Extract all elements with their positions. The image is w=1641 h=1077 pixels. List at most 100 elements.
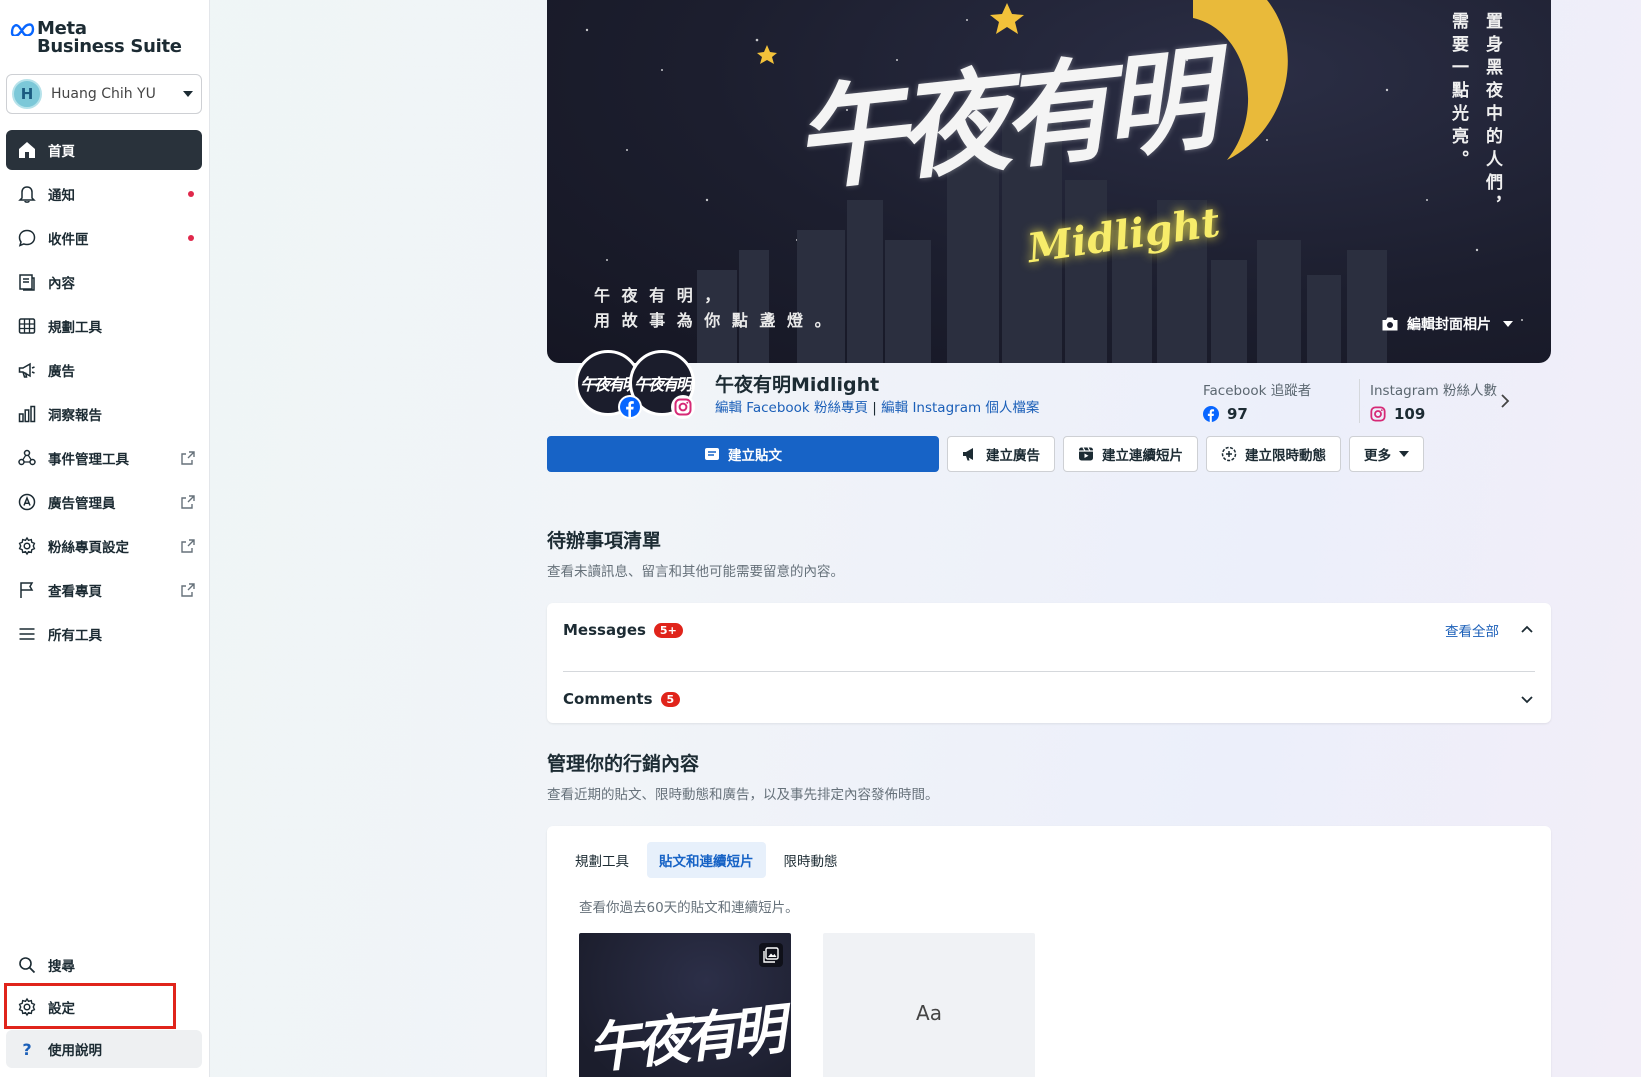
comments-label: Comments [563,690,653,708]
messages-row[interactable]: Messages 5+ 查看全部 [563,605,1535,655]
links-separator: | [868,400,882,416]
content-tabs: 規劃工具 貼文和連續短片 限時動態 [563,842,850,878]
cover-vertical-text: 置身黑夜中的人們，需要一點光亮。 [1448,12,1502,219]
nav-item-label: 通知 [48,188,75,204]
text-post-placeholder: Aa [916,1001,942,1025]
account-switcher[interactable]: H Huang Chih YU [6,74,202,114]
nav-item-label: 事件管理工具 [48,452,129,468]
instagram-followers-value: 109 [1394,405,1426,423]
nav-item-label: 收件匣 [48,232,89,248]
nav-item-help[interactable]: ? 使用說明 [6,1030,202,1068]
account-name: Huang Chih YU [51,86,156,102]
gear-icon [16,996,38,1018]
create-story-button[interactable]: 建立限時動態 [1206,436,1341,472]
nav-item-notifications[interactable]: 通知 [6,174,202,214]
events-manager-icon [16,447,38,469]
create-ad-label: 建立廣告 [986,448,1040,464]
tab-posts-and-reels[interactable]: 貼文和連續短片 [647,842,766,878]
nav-item-label: 搜尋 [48,959,75,975]
nav-item-label: 洞察報告 [48,408,102,424]
tab-stories[interactable]: 限時動態 [772,842,850,878]
page-name: 午夜有明Midlight [715,374,880,396]
nav-item-page-settings[interactable]: 粉絲專頁設定 [6,526,202,566]
nav-item-label: 廣告 [48,364,75,380]
create-reel-label: 建立連續短片 [1102,448,1183,464]
brand-line-2: Business Suite [37,36,182,57]
create-story-label: 建立限時動態 [1245,448,1326,464]
nav-item-planner[interactable]: 規劃工具 [6,306,202,346]
marketing-section-title: 管理你的行銷內容 [547,753,700,775]
chevron-up-icon[interactable] [1519,622,1535,638]
profile-pictures[interactable]: 午夜有明 午夜有明 [575,350,705,422]
nav-item-label: 使用說明 [48,1043,102,1059]
nav-item-content[interactable]: 內容 [6,262,202,302]
nav-item-label: 所有工具 [48,628,102,644]
comments-count-badge: 5 [660,691,681,707]
nav-item-all-tools[interactable]: 所有工具 [6,614,202,654]
action-bar: 建立貼文 建立廣告 建立連續短片 建立限時動態 更多 [547,436,1424,472]
nav-item-label: 廣告管理員 [48,496,116,512]
post-thumbnail[interactable]: 午夜有明 [579,933,791,1077]
caret-down-icon [1503,321,1513,327]
edit-instagram-profile-link[interactable]: 編輯 Instagram 個人檔案 [881,400,1039,416]
edit-facebook-page-link[interactable]: 編輯 Facebook 粉絲專頁 [715,400,868,416]
question-mark-icon: ? [22,1039,32,1059]
create-post-button[interactable]: 建立貼文 [547,436,939,472]
nav-item-insights[interactable]: 洞察報告 [6,394,202,434]
nav-item-settings[interactable]: 設定 [6,988,202,1026]
chevron-down-icon[interactable] [1519,691,1535,707]
more-label: 更多 [1364,448,1391,464]
nav-item-events-manager[interactable]: 事件管理工具 [6,438,202,478]
bottom-nav: 搜尋 設定 ? 使用說明 [6,946,202,1072]
story-add-icon [1221,446,1237,462]
instagram-icon [1370,406,1386,422]
edit-cover-photo-button[interactable]: 編輯封面相片 [1381,314,1513,334]
nav-item-label: 查看專頁 [48,584,102,600]
todo-section-subtitle: 查看未讀訊息、留言和其他可能需要留意的內容。 [547,564,844,580]
megaphone-icon [963,448,973,461]
cover-photo: 午夜有明 Midlight 午 夜 有 明 ， 用 故 事 為 你 點 盞 燈 … [547,0,1551,363]
content-note: 查看你過去60天的貼文和連續短片。 [579,900,799,916]
create-ad-button[interactable]: 建立廣告 [947,436,1055,472]
nav-item-inbox[interactable]: 收件匣 [6,218,202,258]
page-edit-links: 編輯 Facebook 粉絲專頁 | 編輯 Instagram 個人檔案 [715,396,1039,416]
bar-chart-icon [16,403,38,425]
cover-slogan-line-2: 用 故 事 為 你 點 盞 燈 。 [594,311,834,330]
nav-item-search[interactable]: 搜尋 [6,946,202,984]
view-all-link[interactable]: 查看全部 [1445,620,1499,640]
nav-item-label: 內容 [48,276,75,292]
instagram-followers-label: Instagram 粉絲人數 [1370,383,1497,399]
nav-item-view-page[interactable]: 查看專頁 [6,570,202,610]
gear-icon [16,535,38,557]
tab-planner[interactable]: 規劃工具 [563,842,641,878]
nav-item-label: 首頁 [48,144,75,160]
nav-item-home[interactable]: 首頁 [6,130,202,170]
instagram-icon [671,395,695,419]
facebook-icon [618,395,642,419]
marketing-section-subtitle: 查看近期的貼文、限時動態和廣告，以及事先排定內容發佈時間。 [547,787,939,803]
meta-business-suite-logo[interactable]: Meta Business Suite [10,18,190,57]
chevron-right-icon[interactable] [1499,393,1511,409]
messages-count-badge: 5+ [653,622,683,638]
content-icon [16,271,38,293]
external-link-icon [181,539,195,553]
facebook-followers-stat: Facebook 追蹤者 97 [1203,379,1311,423]
camera-icon [1382,317,1398,331]
nav-item-ads-manager[interactable]: 廣告管理員 [6,482,202,522]
external-link-icon [181,495,195,509]
nav-item-ads[interactable]: 廣告 [6,350,202,390]
home-icon [16,139,38,161]
create-post-label: 建立貼文 [728,448,782,464]
text-post-thumbnail[interactable]: Aa [823,933,1035,1077]
more-button[interactable]: 更多 [1349,436,1424,472]
nav-item-label: 規劃工具 [48,320,102,336]
comments-row[interactable]: Comments 5 [563,674,1535,724]
create-reel-button[interactable]: 建立連續短片 [1063,436,1198,472]
facebook-followers-label: Facebook 追蹤者 [1203,383,1312,399]
meta-logo-icon [10,23,35,36]
marketing-content-card: 規劃工具 貼文和連續短片 限時動態 查看你過去60天的貼文和連續短片。 午夜有明… [547,826,1551,1077]
caret-down-icon [183,91,193,97]
todo-card: Messages 5+ 查看全部 Comments 5 [547,603,1551,723]
bell-icon [16,183,38,205]
main-nav: 首頁 通知 收件匣 內容 規劃工具 廣告 洞察報告 事件管理工具 廣告管理員 粉… [6,130,202,658]
